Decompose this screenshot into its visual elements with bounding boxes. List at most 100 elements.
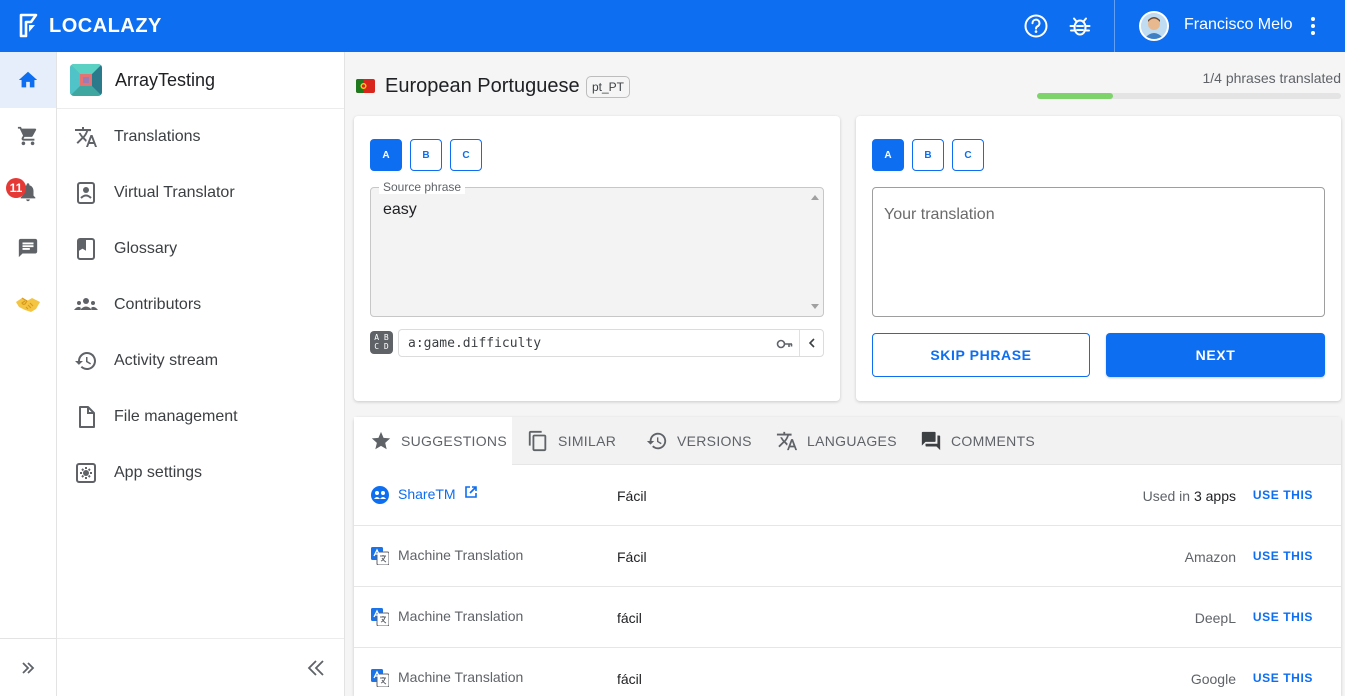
star-icon: [371, 431, 391, 450]
tab-suggestions[interactable]: SUGGESTIONS: [354, 417, 512, 465]
suggestion-row[interactable]: ShareTM Fácil Used in 3 apps USE THIS: [354, 465, 1341, 526]
translate-icon: [75, 127, 97, 147]
usage-prefix: Used in: [1142, 488, 1194, 504]
divider: [1114, 0, 1115, 52]
tab-languages[interactable]: LANGUAGES: [776, 417, 897, 465]
sidebar-item-glossary[interactable]: Glossary: [57, 221, 344, 277]
source-card: A B C Source phrase easy A BC D a:game.d…: [354, 116, 840, 401]
suggestion-row[interactable]: Machine Translation fácil DeepL USE THIS: [354, 587, 1341, 648]
scroll-down-arrow[interactable]: [811, 304, 819, 309]
translation-input[interactable]: Your translation: [872, 187, 1325, 317]
machine-translation-icon: [371, 669, 389, 687]
suggestion-value: fácil: [617, 610, 642, 626]
source-plural-c-button[interactable]: C: [450, 139, 482, 171]
source-plural-a-button[interactable]: A: [370, 139, 402, 171]
translation-plural-a-button[interactable]: A: [872, 139, 904, 171]
translation-plural-b-button[interactable]: B: [912, 139, 944, 171]
more-vert-icon[interactable]: [1304, 14, 1322, 38]
sidebar-item-contributors[interactable]: Contributors: [57, 277, 344, 333]
expand-rail-button[interactable]: [0, 638, 56, 696]
suggestion-source-link[interactable]: ShareTM: [398, 486, 456, 502]
suggestion-value: Fácil: [617, 488, 647, 504]
history-icon: [75, 352, 97, 370]
key-field[interactable]: a:game.difficulty: [398, 329, 824, 357]
copy-icon: [528, 430, 547, 452]
file-icon: [79, 406, 95, 428]
key-name: a:game.difficulty: [408, 336, 542, 351]
use-this-button[interactable]: USE THIS: [1253, 488, 1313, 502]
next-button[interactable]: NEXT: [1106, 333, 1325, 377]
project-header[interactable]: ArrayTesting: [57, 52, 344, 109]
tab-comments[interactable]: COMMENTS: [920, 417, 1035, 465]
suggestion-row[interactable]: Machine Translation Fácil Amazon USE THI…: [354, 526, 1341, 587]
rail-item-partners[interactable]: [0, 276, 56, 332]
comment-icon: [921, 431, 941, 451]
app-logo[interactable]: LOCALAZY: [18, 13, 162, 39]
sidebar-item-label: Translations: [114, 128, 201, 145]
tab-similar[interactable]: SIMILAR: [527, 417, 616, 465]
people-icon: [74, 298, 98, 310]
scroll-up-arrow[interactable]: [811, 195, 819, 200]
suggestion-source: Machine Translation: [398, 669, 524, 685]
avatar[interactable]: [1139, 11, 1169, 41]
sidebar-item-app-settings[interactable]: App settings: [57, 445, 344, 501]
suggestion-row[interactable]: Machine Translation fácil Google USE THI…: [354, 648, 1341, 696]
settings-box-icon: [76, 463, 96, 483]
use-this-button[interactable]: USE THIS: [1253, 549, 1313, 563]
suggestion-provider: Amazon: [1184, 549, 1236, 565]
translation-plural-c-button[interactable]: C: [952, 139, 984, 171]
sidebar-item-label: Activity stream: [114, 352, 219, 369]
skip-phrase-button[interactable]: SKIP PHRASE: [872, 333, 1090, 377]
suggestion-source: Machine Translation: [398, 547, 524, 563]
app-name: LOCALAZY: [49, 14, 162, 37]
user-name[interactable]: Francisco Melo: [1184, 16, 1292, 34]
localazy-logo-icon: [19, 13, 38, 38]
progress-bar: [1037, 93, 1341, 99]
sidebar-item-label: File management: [114, 408, 238, 425]
tab-label: SUGGESTIONS: [401, 433, 507, 449]
vpn-key-icon[interactable]: [776, 336, 794, 352]
chevron-left-icon[interactable]: [806, 337, 818, 349]
share-tm-icon: [371, 486, 389, 504]
home-icon: [18, 71, 38, 88]
project-avatar-icon: [70, 64, 102, 96]
machine-translation-icon: [371, 547, 389, 565]
sidebar-item-file-management[interactable]: File management: [57, 389, 344, 445]
source-phrase-label: Source phrase: [379, 181, 466, 194]
top-bar: LOCALAZY Francisco Melo: [0, 0, 1345, 52]
use-this-button[interactable]: USE THIS: [1253, 671, 1313, 685]
language-title: European Portuguese: [385, 75, 580, 97]
help-icon[interactable]: [1022, 12, 1050, 40]
progress-text: 1/4 phrases translated: [1202, 70, 1341, 86]
rail-item-messages[interactable]: [0, 220, 56, 276]
sidebar-item-activity-stream[interactable]: Activity stream: [57, 333, 344, 389]
icon-rail: 11: [0, 52, 57, 696]
rail-item-home[interactable]: [0, 52, 56, 108]
bug-report-icon[interactable]: [1066, 12, 1094, 40]
rail-item-marketplace[interactable]: [0, 108, 56, 164]
book-icon: [77, 238, 95, 260]
tab-label: COMMENTS: [951, 433, 1036, 449]
source-plural-b-button[interactable]: B: [410, 139, 442, 171]
sidebar-item-label: Virtual Translator: [114, 184, 235, 201]
suggestions-panel: SUGGESTIONS SIMILAR VERSIONS LANGUAGES C…: [354, 417, 1341, 696]
suggestion-provider: Google: [1190, 671, 1236, 687]
source-phrase-field[interactable]: Source phrase easy: [370, 181, 824, 317]
translation-placeholder: Your translation: [884, 206, 995, 223]
sidebar-item-label: App settings: [114, 464, 203, 481]
handshake-icon: [16, 297, 40, 312]
open-in-new-icon[interactable]: [464, 485, 478, 499]
sidebar-item-translations[interactable]: Translations: [57, 109, 344, 165]
sidebar-item-virtual-translator[interactable]: Virtual Translator: [57, 165, 344, 221]
history-icon: [646, 432, 667, 450]
double-chevron-left-icon[interactable]: [305, 657, 327, 679]
use-this-button[interactable]: USE THIS: [1253, 610, 1313, 624]
translation-card: A B C Your translation SKIP PHRASE NEXT: [856, 116, 1341, 401]
tab-bar: SUGGESTIONS SIMILAR VERSIONS LANGUAGES C…: [354, 417, 1341, 465]
rail-item-notifications[interactable]: 11: [0, 164, 56, 220]
tab-versions[interactable]: VERSIONS: [646, 417, 752, 465]
tab-label: VERSIONS: [677, 433, 752, 449]
notification-badge: 11: [6, 178, 26, 198]
cart-icon: [17, 126, 37, 146]
tab-label: LANGUAGES: [807, 433, 897, 449]
